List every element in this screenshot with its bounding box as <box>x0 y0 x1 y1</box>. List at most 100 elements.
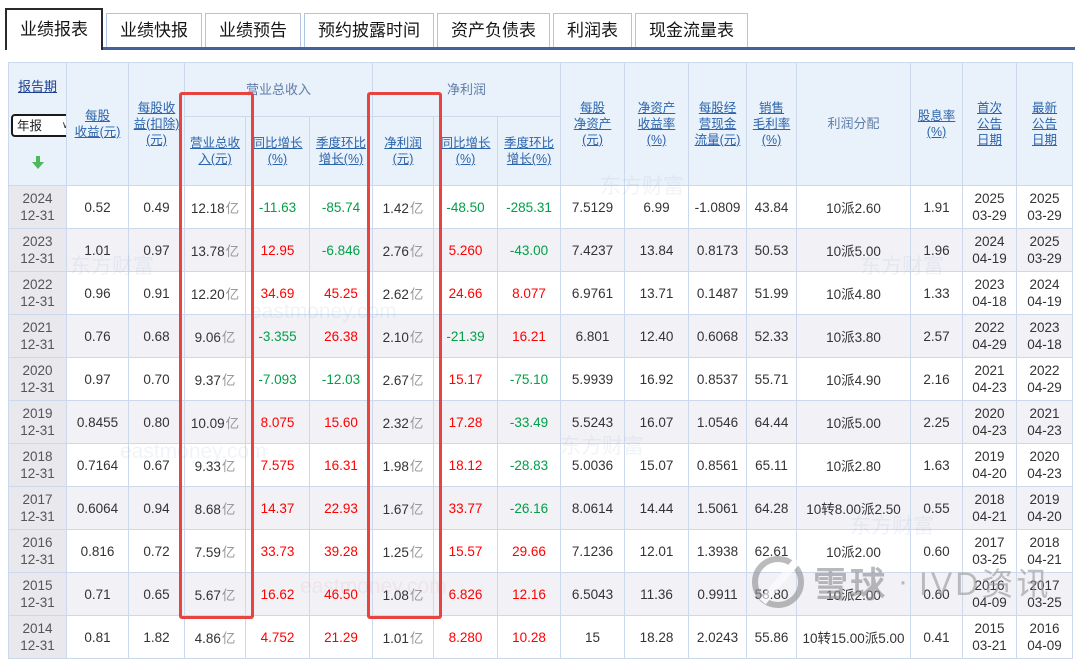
cell-rev-yoy: 33.73 <box>245 529 310 573</box>
cell-bvps: 6.5043 <box>560 572 626 616</box>
cell-profit: 1.08亿 <box>372 572 435 616</box>
cell-period: 2016 12-31 <box>8 529 67 573</box>
cell-eps: 0.6064 <box>66 486 129 530</box>
cell-gross-margin: 55.86 <box>746 615 798 659</box>
cell-profit-qoq: -28.83 <box>497 443 562 487</box>
cell-bvps: 6.801 <box>560 314 626 358</box>
cell-latest-announce: 2020 04-23 <box>1016 443 1074 487</box>
cell-roe: 15.07 <box>624 443 690 487</box>
cell-dividend-yield: 1.63 <box>910 443 964 487</box>
cell-ocfps: 0.8537 <box>688 357 748 401</box>
table-row: 2020 12-31 0.97 0.70 9.37亿 -7.093 -12.03 2.67亿 1… <box>8 357 1074 401</box>
cell-roe: 16.07 <box>624 400 690 444</box>
col-header-roe[interactable]: 净资产 收益率 (%) <box>624 62 690 186</box>
col-header-gross-margin[interactable]: 销售 毛利率 (%) <box>746 62 798 186</box>
cell-latest-announce: 2017 03-25 <box>1016 572 1074 616</box>
cell-rev-yoy: 7.575 <box>245 443 310 487</box>
cell-rev-qoq: 45.25 <box>308 271 374 315</box>
cell-profit-qoq: -285.31 <box>497 185 562 229</box>
period-select[interactable]: 年报 ∨ <box>11 114 66 137</box>
cell-dividend-yield: 2.16 <box>910 357 964 401</box>
cell-period: 2021 12-31 <box>8 314 67 358</box>
col-header-rev-yoy[interactable]: 同比增长 (%) <box>245 116 310 186</box>
cell-eps: 1.01 <box>66 228 129 272</box>
cell-profit-qoq: -43.00 <box>497 228 562 272</box>
financial-report-table: 报告期 年报 ∨ 每股 收益(元) 每股收 益(扣除) (元) 营业总收入 净利… <box>8 61 1074 659</box>
cell-gross-margin: 58.80 <box>746 572 798 616</box>
cell-first-announce: 2025 03-29 <box>962 185 1018 229</box>
col-header-profit-yoy[interactable]: 同比增长 (%) <box>433 116 499 186</box>
tab-6[interactable]: 利润表 <box>553 13 632 47</box>
cell-bvps: 5.9939 <box>560 357 626 401</box>
cell-roe: 13.84 <box>624 228 690 272</box>
col-header-profit[interactable]: 净利润 (元) <box>372 116 435 186</box>
cell-latest-announce: 2023 04-18 <box>1016 314 1074 358</box>
cell-revenue: 5.67亿 <box>184 572 246 616</box>
cell-gross-margin: 51.99 <box>746 271 798 315</box>
cell-eps-deducted: 0.80 <box>128 400 185 444</box>
cell-dividend-yield: 1.96 <box>910 228 964 272</box>
cell-dividend: 10派4.80 <box>796 271 912 315</box>
tab-5[interactable]: 资产负债表 <box>437 13 550 47</box>
col-header-bvps[interactable]: 每股 净资产 (元) <box>560 62 626 186</box>
cell-roe: 16.92 <box>624 357 690 401</box>
cell-first-announce: 2016 04-09 <box>962 572 1018 616</box>
col-header-ocfps[interactable]: 每股经 营现金 流量(元) <box>688 62 748 186</box>
tab-2[interactable]: 业绩快报 <box>106 13 202 47</box>
cell-ocfps: -1.0809 <box>688 185 748 229</box>
cell-dividend-yield: 1.91 <box>910 185 964 229</box>
tab-4[interactable]: 预约披露时间 <box>304 13 434 47</box>
cell-profit-qoq: -26.16 <box>497 486 562 530</box>
cell-profit-yoy: 33.77 <box>433 486 499 530</box>
cell-profit-yoy: 18.12 <box>433 443 499 487</box>
cell-bvps: 7.4237 <box>560 228 626 272</box>
tab-1[interactable]: 业绩报表 <box>5 8 103 50</box>
cell-period: 2022 12-31 <box>8 271 67 315</box>
table-row: 2016 12-31 0.816 0.72 7.59亿 33.73 39.28 1.25亿 15… <box>8 529 1074 573</box>
cell-dividend: 10派5.00 <box>796 228 912 272</box>
col-header-eps[interactable]: 每股 收益(元) <box>66 62 129 186</box>
cell-ocfps: 1.3938 <box>688 529 748 573</box>
cell-dividend: 10派2.00 <box>796 572 912 616</box>
col-header-rev-qoq[interactable]: 季度环比 增长(%) <box>308 116 374 186</box>
cell-first-announce: 2023 04-18 <box>962 271 1018 315</box>
cell-profit: 1.01亿 <box>372 615 435 659</box>
cell-eps-deducted: 0.94 <box>128 486 185 530</box>
cell-profit: 1.42亿 <box>372 185 435 229</box>
table-row: 2019 12-31 0.8455 0.80 10.09亿 8.075 15.60 2.32亿… <box>8 400 1074 444</box>
cell-profit-yoy: -48.50 <box>433 185 499 229</box>
cell-ocfps: 1.5061 <box>688 486 748 530</box>
cell-period: 2024 12-31 <box>8 185 67 229</box>
col-header-dividend-yield[interactable]: 股息率 (%) <box>910 62 964 186</box>
cell-rev-qoq: 46.50 <box>308 572 374 616</box>
cell-eps: 0.97 <box>66 357 129 401</box>
col-header-profit-qoq[interactable]: 季度环比 增长(%) <box>497 116 562 186</box>
cell-dividend: 10派3.80 <box>796 314 912 358</box>
tab-3[interactable]: 业绩预告 <box>205 13 301 47</box>
cell-revenue: 8.68亿 <box>184 486 246 530</box>
cell-roe: 14.44 <box>624 486 690 530</box>
cell-profit-qoq: -33.49 <box>497 400 562 444</box>
cell-rev-yoy: 8.075 <box>245 400 310 444</box>
cell-ocfps: 0.8561 <box>688 443 748 487</box>
cell-eps: 0.81 <box>66 615 129 659</box>
cell-period: 2015 12-31 <box>8 572 67 616</box>
col-header-latest-announce[interactable]: 最新 公告 日期 <box>1016 62 1074 186</box>
cell-eps-deducted: 0.67 <box>128 443 185 487</box>
cell-period: 2018 12-31 <box>8 443 67 487</box>
cell-profit: 2.32亿 <box>372 400 435 444</box>
cell-ocfps: 0.9911 <box>688 572 748 616</box>
col-header-revenue[interactable]: 营业总收 入(元) <box>184 116 246 186</box>
report-period-link[interactable]: 报告期 <box>11 79 64 95</box>
col-header-first-announce[interactable]: 首次 公告 日期 <box>962 62 1018 186</box>
col-header-eps-deducted[interactable]: 每股收 益(扣除) (元) <box>128 62 185 186</box>
cell-dividend-yield: 2.25 <box>910 400 964 444</box>
cell-rev-yoy: 34.69 <box>245 271 310 315</box>
tab-7[interactable]: 现金流量表 <box>635 13 748 47</box>
sort-descending-icon[interactable] <box>31 156 44 169</box>
cell-eps-deducted: 0.70 <box>128 357 185 401</box>
cell-eps-deducted: 0.49 <box>128 185 185 229</box>
cell-rev-qoq: -12.03 <box>308 357 374 401</box>
cell-eps-deducted: 1.82 <box>128 615 185 659</box>
col-header-report-period: 报告期 年报 ∨ <box>8 62 67 186</box>
